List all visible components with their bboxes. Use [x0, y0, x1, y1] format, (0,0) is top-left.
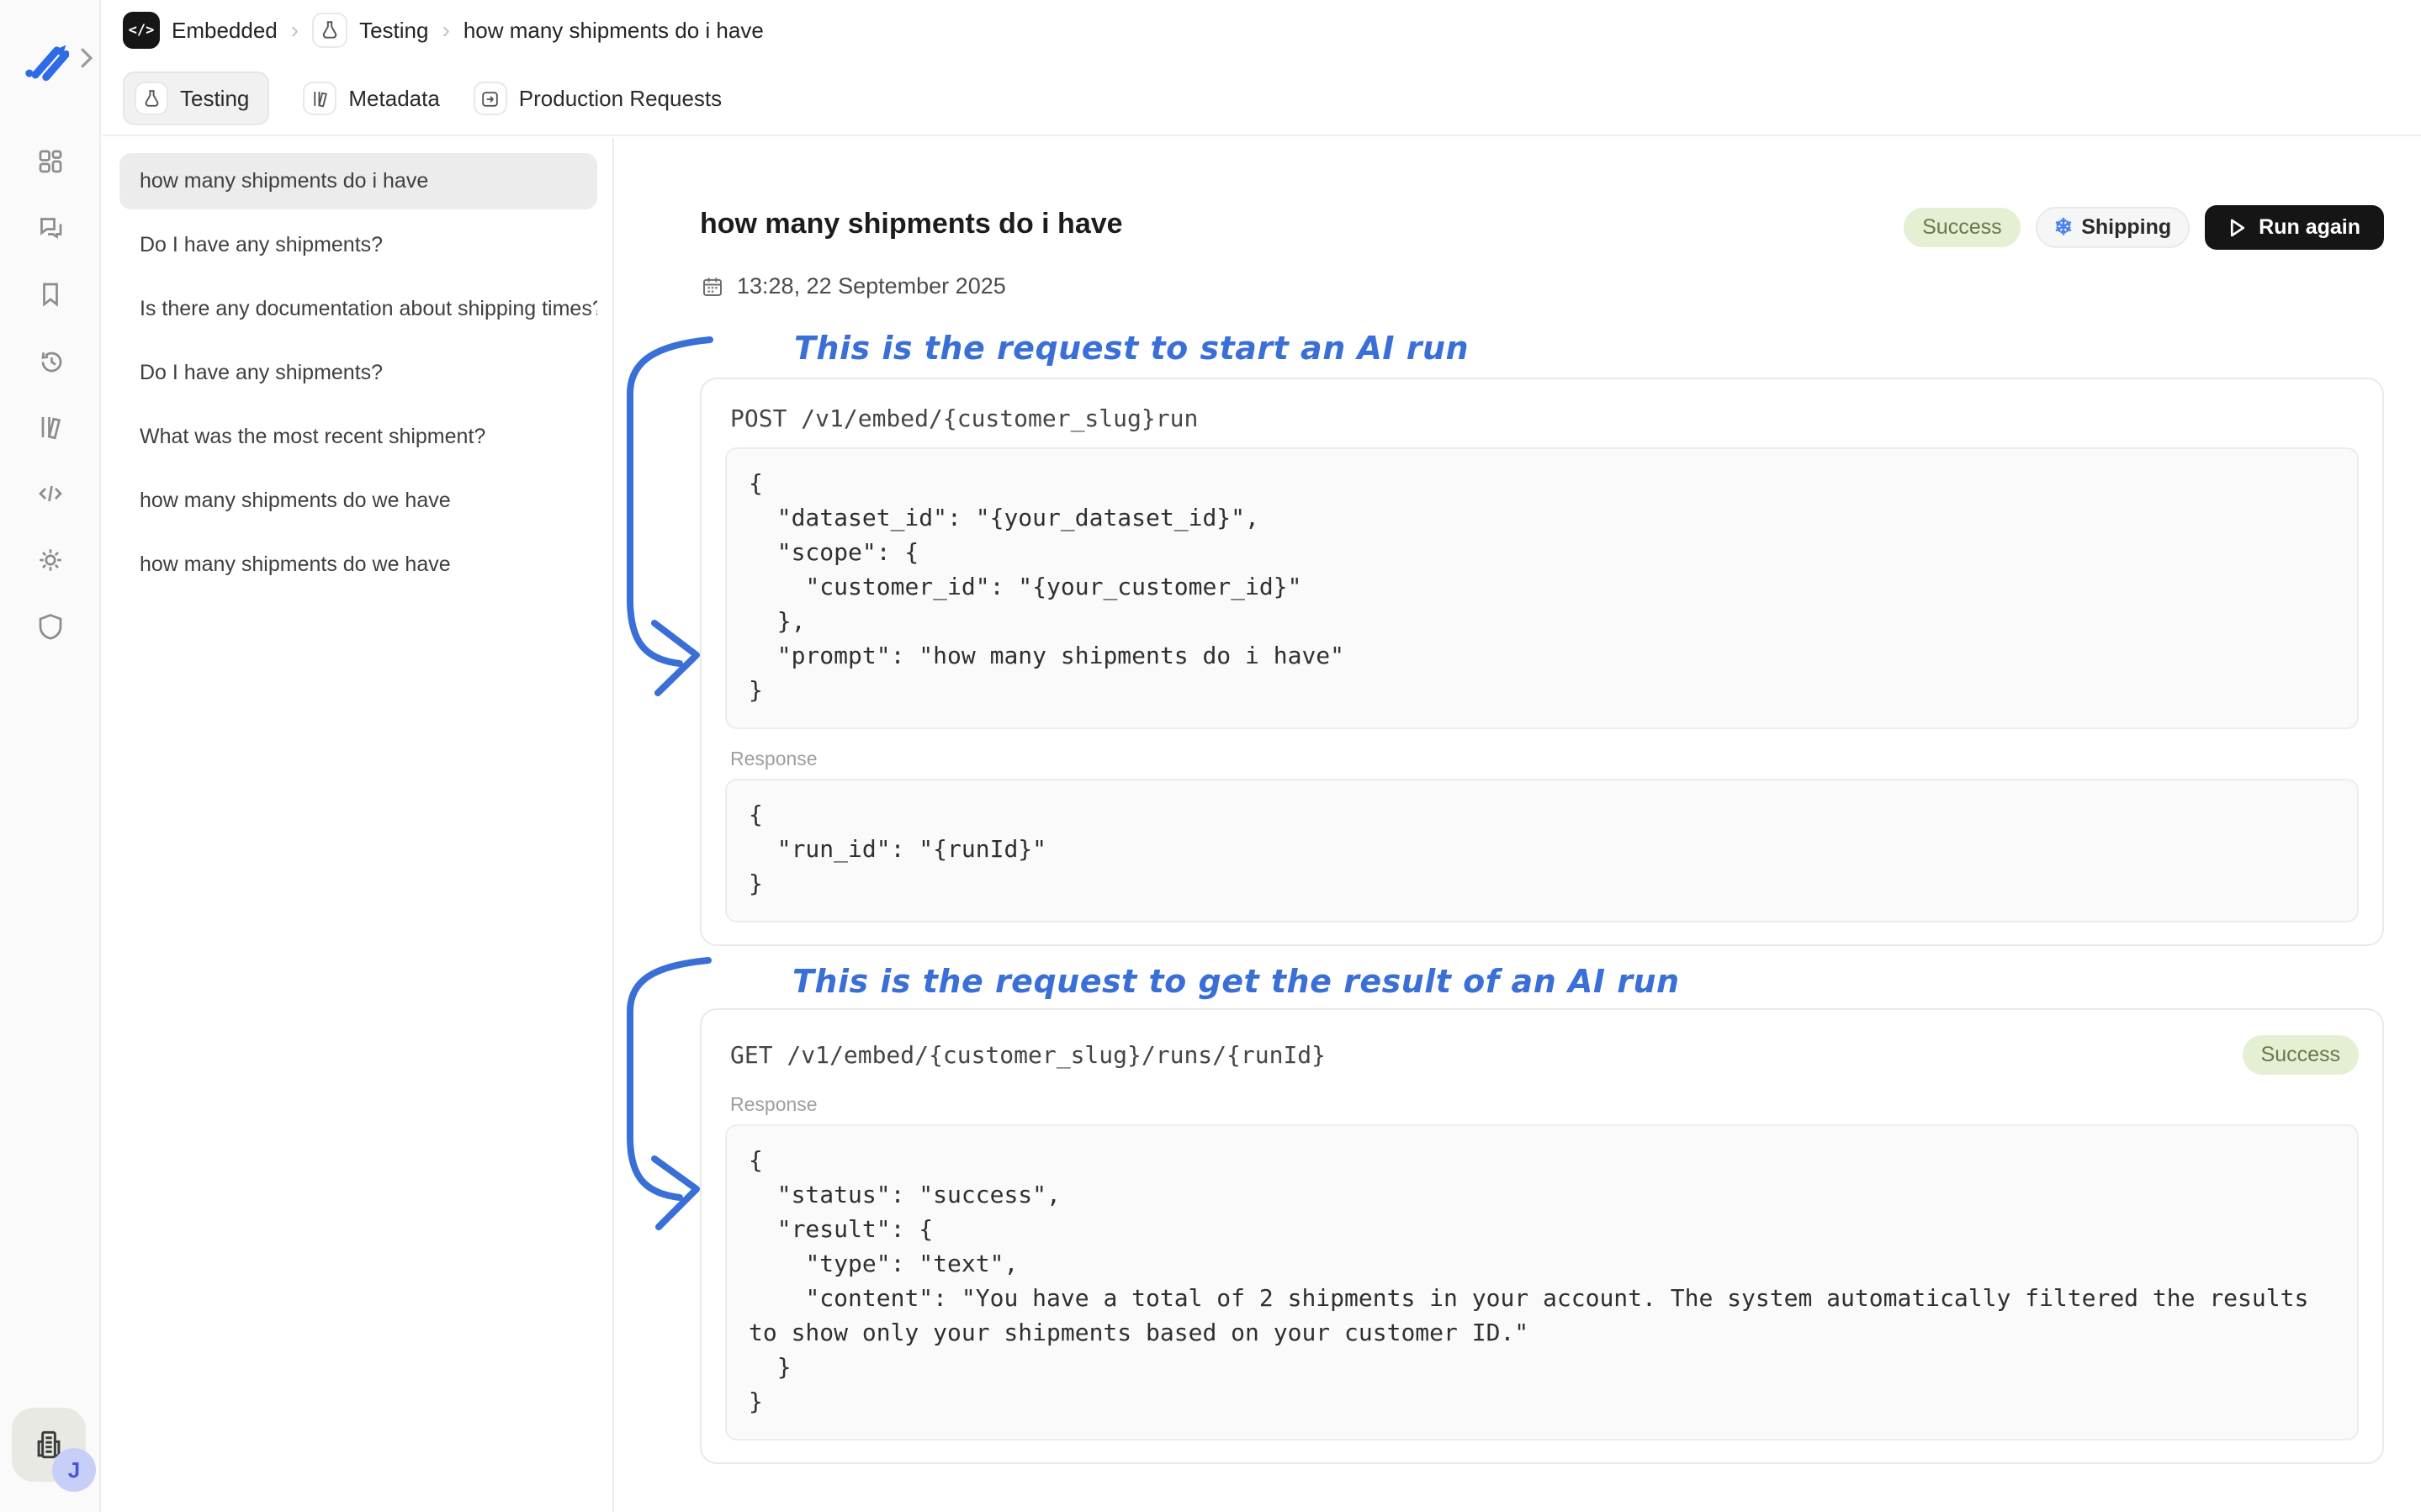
breadcrumb: </> Embedded › Testing › how many shipme…: [103, 0, 2421, 61]
flask-icon: [312, 13, 347, 48]
dataset-badge[interactable]: ❄ Shipping: [2036, 207, 2191, 248]
arrow-to-post-request-head: [654, 623, 697, 693]
get-endpoint: GET /v1/embed/{customer_slug}/runs/{runI…: [730, 1041, 1326, 1069]
response-label: Response: [730, 748, 2359, 770]
user-avatar[interactable]: J: [52, 1448, 96, 1492]
annotation-start-run: This is the request to start an AI run: [794, 330, 2384, 367]
production-requests-icon: [474, 82, 507, 115]
get-response-body: { "status": "success", "result": { "type…: [749, 1143, 2335, 1419]
get-status-badge: Success: [2243, 1035, 2359, 1075]
flask-icon: [135, 82, 168, 115]
response-label: Response: [730, 1093, 2359, 1116]
sidebar-expand-chevron-icon[interactable]: [77, 47, 96, 69]
run-list-item[interactable]: Is there any documentation about shippin…: [119, 281, 597, 337]
icon-rail: J: [0, 0, 101, 1512]
run-list-item[interactable]: how many shipments do we have: [119, 473, 597, 529]
tab-label: Metadata: [348, 86, 439, 112]
breadcrumb-label: Embedded: [172, 18, 278, 44]
run-timestamp: 13:28, 22 September 2025: [737, 273, 1006, 299]
history-icon[interactable]: [34, 344, 67, 378]
dataset-badge-label: Shipping: [2081, 215, 2171, 240]
post-request-codeblock: { "dataset_id": "{your_dataset_id}", "sc…: [725, 447, 2359, 729]
play-icon: [2228, 218, 2247, 238]
embedded-code-icon: </>: [123, 12, 160, 49]
tab-testing[interactable]: Testing: [123, 71, 269, 125]
run-list-item[interactable]: how many shipments do i have: [119, 153, 597, 209]
tab-bar: Testing Metadata Production Requests: [103, 61, 2421, 136]
dashboard-icon[interactable]: [34, 145, 67, 178]
run-list-item[interactable]: Do I have any shipments?: [119, 345, 597, 401]
post-response-codeblock: { "run_id": "{runId}" }: [725, 779, 2359, 923]
topbar: </> Embedded › Testing › how many shipme…: [103, 0, 2421, 136]
arrow-to-get-request: [630, 960, 708, 1197]
post-response-body: { "run_id": "{runId}" }: [749, 797, 2335, 901]
breadcrumb-item-testing[interactable]: Testing: [312, 13, 428, 48]
snowflake-icon: ❄: [2054, 214, 2074, 241]
page-title: how many shipments do i have: [700, 205, 1123, 242]
settings-gear-icon[interactable]: [34, 543, 67, 577]
breadcrumb-item-run[interactable]: how many shipments do i have: [464, 18, 764, 44]
app-window: J </> Embedded › Testing › how many ship…: [0, 0, 2421, 1512]
library-icon[interactable]: [34, 410, 67, 444]
shield-icon[interactable]: [34, 610, 67, 643]
run-list-item[interactable]: how many shipments do we have: [119, 537, 597, 593]
run-detail-panel: how many shipments do i have Success ❄ S…: [616, 138, 2421, 1512]
tab-label: Testing: [180, 86, 249, 112]
tab-metadata[interactable]: Metadata: [303, 82, 439, 115]
run-list-item[interactable]: What was the most recent shipment?: [119, 409, 597, 465]
bookmark-icon[interactable]: [34, 278, 67, 311]
post-request-card: POST /v1/embed/{customer_slug}run { "dat…: [700, 378, 2384, 946]
arrow-to-post-request: [630, 340, 710, 663]
run-again-label: Run again: [2259, 215, 2360, 240]
breadcrumb-label: Testing: [359, 18, 428, 44]
tab-label: Production Requests: [519, 86, 722, 112]
metadata-icon: [303, 82, 336, 115]
run-list: how many shipments do i have Do I have a…: [103, 138, 614, 1512]
breadcrumb-item-embedded[interactable]: </> Embedded: [123, 12, 278, 49]
annotation-get-result: This is the request to get the result of…: [792, 963, 2384, 1000]
post-endpoint: POST /v1/embed/{customer_slug}run: [730, 404, 2359, 432]
run-again-button[interactable]: Run again: [2205, 205, 2384, 250]
post-request-body: { "dataset_id": "{your_dataset_id}", "sc…: [749, 466, 2335, 707]
breadcrumb-separator: ›: [291, 17, 299, 44]
breadcrumb-label: how many shipments do i have: [464, 18, 764, 44]
calendar-icon: [700, 274, 725, 299]
arrow-to-get-request-head: [654, 1159, 697, 1227]
code-icon[interactable]: [34, 477, 67, 510]
chat-icon[interactable]: [34, 211, 67, 245]
get-request-card: GET /v1/embed/{customer_slug}/runs/{runI…: [700, 1008, 2384, 1464]
brand-logo-icon: [20, 34, 69, 82]
status-badge: Success: [1904, 208, 2020, 247]
get-response-codeblock: { "status": "success", "result": { "type…: [725, 1124, 2359, 1441]
breadcrumb-separator: ›: [442, 17, 449, 44]
run-list-item[interactable]: Do I have any shipments?: [119, 217, 597, 273]
tab-production-requests[interactable]: Production Requests: [474, 82, 722, 115]
